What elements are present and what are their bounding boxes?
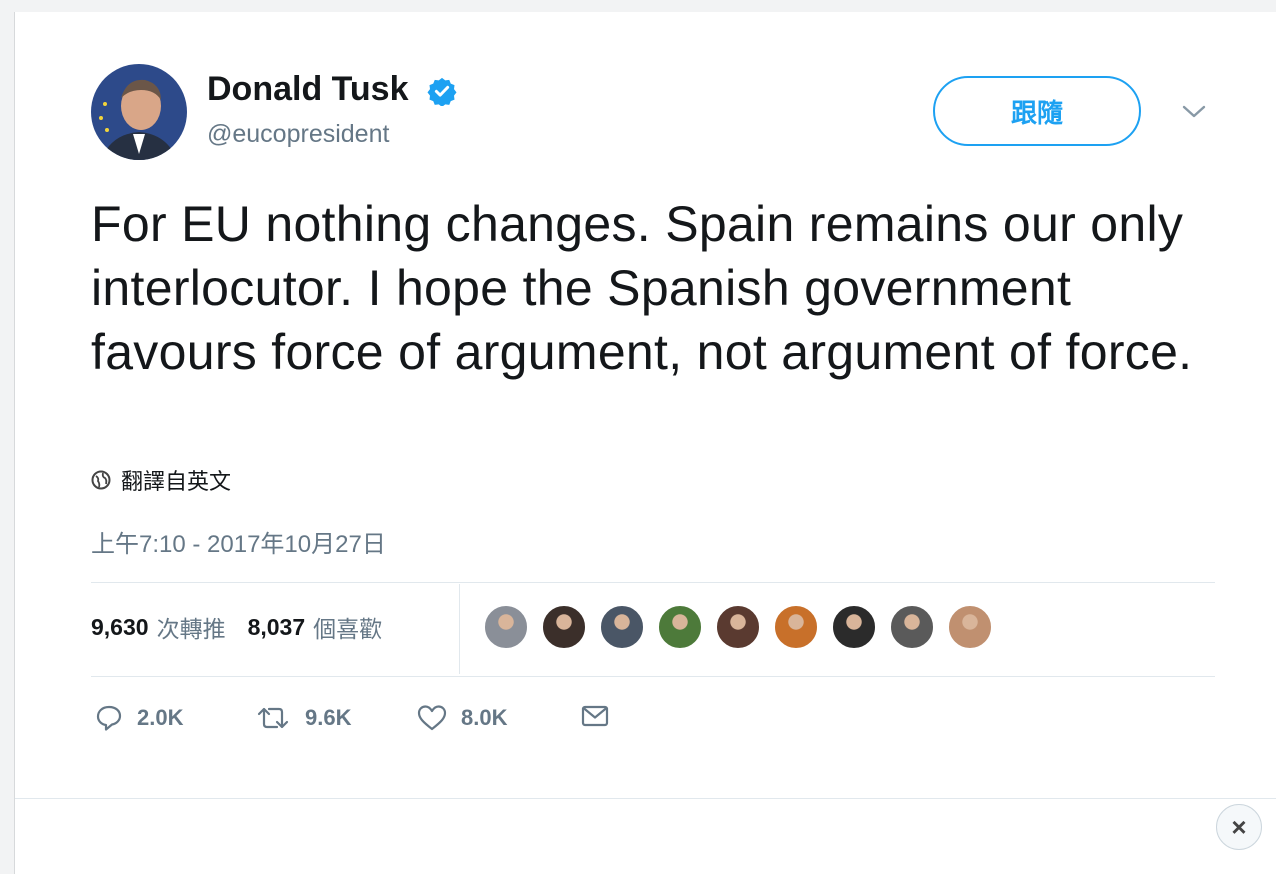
- globe-icon: [91, 470, 111, 490]
- liker-avatar[interactable]: [773, 604, 819, 650]
- liker-avatar[interactable]: [541, 604, 587, 650]
- chevron-down-icon[interactable]: [1181, 104, 1207, 120]
- like-button[interactable]: 8.0K: [417, 704, 507, 732]
- reply-count: 2.0K: [137, 705, 184, 730]
- heart-icon: [417, 705, 447, 731]
- avatar-image: [91, 64, 187, 160]
- divider: [15, 798, 1276, 799]
- retweet-count[interactable]: 9,630: [91, 614, 149, 641]
- handle[interactable]: @eucopresident: [207, 120, 389, 149]
- close-icon: ×: [1231, 811, 1247, 842]
- stats-row: 9,630 次轉推 8,037 個喜歡: [91, 610, 404, 644]
- liker-avatar[interactable]: [889, 604, 935, 650]
- like-count[interactable]: 8,037: [248, 614, 306, 641]
- like-label[interactable]: 個喜歡: [313, 610, 382, 644]
- retweet-label[interactable]: 次轉推: [157, 610, 226, 644]
- like-action-count: 8.0K: [461, 705, 508, 730]
- liker-avatar[interactable]: [599, 604, 645, 650]
- direct-message-button[interactable]: [581, 704, 623, 728]
- retweet-button[interactable]: 9.6K: [255, 704, 351, 732]
- tweet-card: Donald Tusk @eucopresident 跟隨 For EU not…: [14, 12, 1276, 874]
- liker-avatar[interactable]: [947, 604, 993, 650]
- follow-button[interactable]: 跟隨: [933, 76, 1141, 146]
- stats-separator: [459, 584, 460, 674]
- envelope-icon: [581, 705, 609, 727]
- liker-avatar[interactable]: [483, 604, 529, 650]
- tweet-text: For EU nothing changes. Spain remains ou…: [91, 196, 1193, 380]
- reply-icon: [96, 705, 122, 731]
- liker-avatar[interactable]: [657, 604, 703, 650]
- liker-avatar[interactable]: [831, 604, 877, 650]
- divider: [91, 582, 1215, 583]
- close-button[interactable]: ×: [1216, 804, 1262, 850]
- liker-avatars: [483, 604, 1005, 650]
- retweet-icon: [257, 707, 289, 729]
- translate-label: 翻譯自英文: [121, 469, 232, 494]
- divider: [91, 676, 1215, 677]
- retweet-action-count: 9.6K: [305, 705, 352, 730]
- liker-avatar[interactable]: [715, 604, 761, 650]
- reply-button[interactable]: 2.0K: [95, 704, 183, 732]
- timestamp[interactable]: 上午7:10 - 2017年10月27日: [91, 524, 386, 559]
- avatar[interactable]: [91, 64, 187, 160]
- translate-link[interactable]: 翻譯自英文: [91, 464, 231, 496]
- verified-icon: [427, 77, 457, 106]
- display-name[interactable]: Donald Tusk: [207, 70, 409, 109]
